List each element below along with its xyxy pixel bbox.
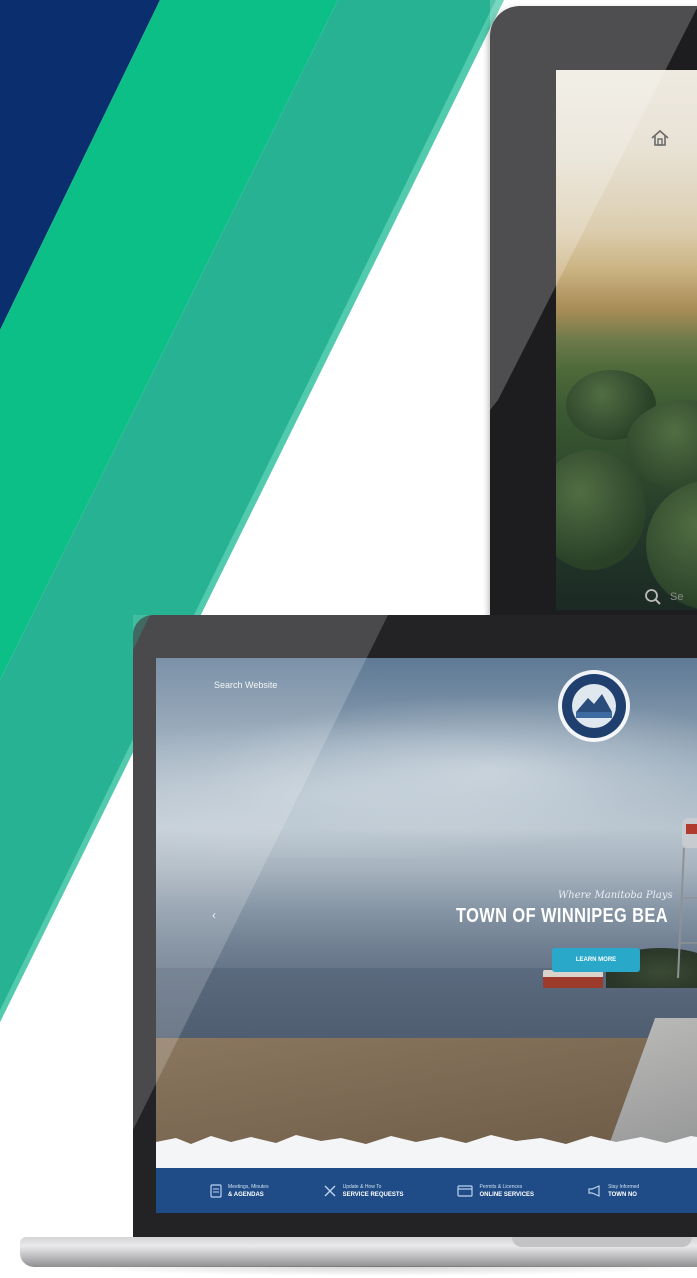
laptop-shadow <box>60 1266 697 1276</box>
quick-link-subtitle: Stay Informed <box>608 1183 640 1190</box>
home-icon[interactable] <box>648 126 672 150</box>
quick-link-meetings[interactable]: Meetings, Minutes & AGENDAS <box>156 1183 269 1199</box>
boat <box>543 970 603 988</box>
quick-link-online-services[interactable]: Permits & Licences ONLINE SERVICES <box>403 1183 534 1199</box>
promo-graphic: Se Search Website Where Manitoba Plays T… <box>0 0 697 1278</box>
learn-more-button[interactable]: LEARN MORE <box>552 948 640 972</box>
quick-link-title: ONLINE SERVICES <box>479 1191 535 1198</box>
site-hero-title: TOWN OF WINNIPEG BEA <box>456 905 668 927</box>
quick-link-title: TOWN NO <box>608 1191 637 1198</box>
quick-link-title: SERVICE REQUESTS <box>342 1191 404 1198</box>
laptop-hinge-notch <box>512 1237 692 1247</box>
quick-link-subtitle: Permits & Licences <box>479 1183 523 1190</box>
quick-link-subtitle: Update & How To <box>342 1183 382 1190</box>
quick-link-service-requests[interactable]: Update & How To SERVICE REQUESTS <box>269 1183 404 1199</box>
tools-icon <box>324 1185 336 1196</box>
card-icon <box>457 1184 474 1197</box>
tablet-search-label: Se <box>670 591 684 603</box>
document-icon <box>210 1183 222 1198</box>
water-tower-icon <box>677 818 697 978</box>
torn-paper-edge <box>156 1135 697 1168</box>
site-tagline: Where Manitoba Plays <box>558 890 673 901</box>
megaphone-icon <box>588 1184 600 1197</box>
quick-link-title: & AGENDAS <box>228 1191 264 1198</box>
tablet-search[interactable]: Se <box>644 588 683 606</box>
town-seal-logo <box>558 670 630 742</box>
quick-link-town-notices[interactable]: Stay Informed TOWN NO <box>534 1183 639 1199</box>
laptop-screen: Search Website Where Manitoba Plays TOWN… <box>156 658 697 1213</box>
quick-link-subtitle: Meetings, Minutes <box>228 1183 269 1190</box>
carousel-prev-arrow-icon[interactable]: ‹ <box>212 908 216 922</box>
tablet-screen <box>556 70 697 610</box>
site-search-link[interactable]: Search Website <box>214 680 277 690</box>
search-icon <box>645 589 661 605</box>
tablet-device <box>490 6 697 618</box>
site-quick-links: Meetings, Minutes & AGENDAS Update & How… <box>156 1168 697 1213</box>
